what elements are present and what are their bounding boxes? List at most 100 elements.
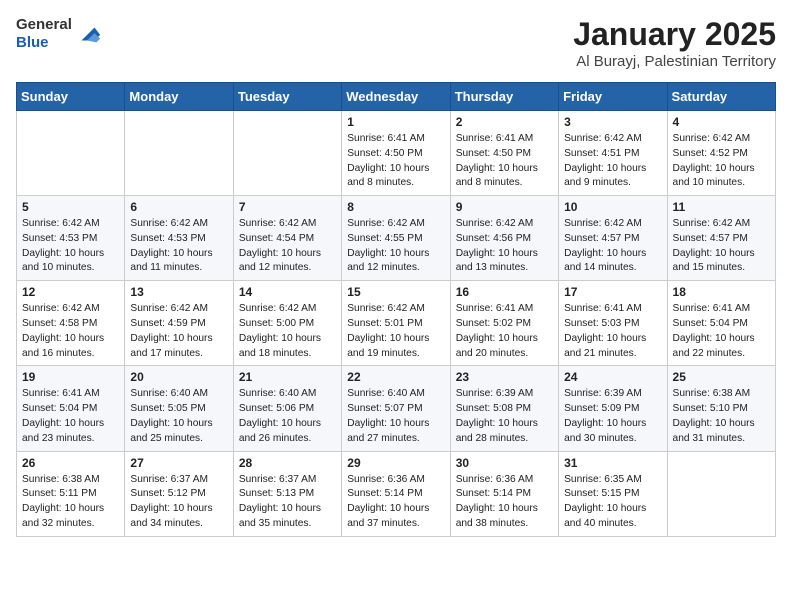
day-number: 17 <box>564 285 661 299</box>
day-detail: Sunrise: 6:40 AM Sunset: 5:07 PM Dayligh… <box>347 387 444 446</box>
calendar-table: SundayMondayTuesdayWednesdayThursdayFrid… <box>16 82 776 537</box>
day-detail: Sunrise: 6:42 AM Sunset: 5:00 PM Dayligh… <box>239 302 336 361</box>
day-number: 4 <box>673 115 770 129</box>
day-detail: Sunrise: 6:38 AM Sunset: 5:11 PM Dayligh… <box>22 473 119 532</box>
day-number: 30 <box>456 456 553 470</box>
day-number: 10 <box>564 200 661 214</box>
calendar-day-cell: 18Sunrise: 6:41 AM Sunset: 5:04 PM Dayli… <box>667 281 775 366</box>
calendar-day-cell: 16 Sunrise: 6:41 AM Sunset: 5:02 PM Dayli… <box>450 281 558 366</box>
calendar-day-cell: 30 Sunrise: 6:36 AM Sunset: 5:14 PM Dayli… <box>450 451 558 536</box>
calendar-day-cell: 12 Sunrise: 6:42 AM Sunset: 4:58 PM Dayli… <box>17 281 125 366</box>
day-number: 5 <box>22 200 119 214</box>
day-detail: Sunrise: 6:42 AM Sunset: 4:52 PM Dayligh… <box>673 132 770 191</box>
calendar-title: January 2025 <box>573 16 776 53</box>
day-number: 31 <box>564 456 661 470</box>
day-detail: Sunrise: 6:38 AM Sunset: 5:10 PM Dayligh… <box>673 387 770 446</box>
calendar-day-cell: 5 Sunrise: 6:42 AM Sunset: 4:53 PM Daylig… <box>17 196 125 281</box>
calendar-week-row: 19Sunrise: 6:41 AM Sunset: 5:04 PM Dayli… <box>17 366 776 451</box>
day-number: 12 <box>22 285 119 299</box>
weekday-header: Friday <box>559 83 667 111</box>
calendar-day-cell: 24Sunrise: 6:39 AM Sunset: 5:09 PM Dayli… <box>559 366 667 451</box>
day-detail: Sunrise: 6:41 AM Sunset: 4:50 PM Dayligh… <box>347 132 444 191</box>
calendar-day-cell: 22 Sunrise: 6:40 AM Sunset: 5:07 PM Dayli… <box>342 366 450 451</box>
calendar-day-cell: 27 Sunrise: 6:37 AM Sunset: 5:12 PM Dayli… <box>125 451 233 536</box>
calendar-day-cell <box>125 111 233 196</box>
calendar-week-row: 1 Sunrise: 6:41 AM Sunset: 4:50 PM Daylig… <box>17 111 776 196</box>
day-number: 9 <box>456 200 553 214</box>
day-number: 7 <box>239 200 336 214</box>
day-detail: Sunrise: 6:42 AM Sunset: 4:51 PM Dayligh… <box>564 132 661 191</box>
day-detail: Sunrise: 6:40 AM Sunset: 5:06 PM Dayligh… <box>239 387 336 446</box>
day-number: 28 <box>239 456 336 470</box>
day-number: 27 <box>130 456 227 470</box>
day-number: 14 <box>239 285 336 299</box>
day-detail: Sunrise: 6:42 AM Sunset: 4:53 PM Dayligh… <box>22 217 119 276</box>
calendar-day-cell: 1 Sunrise: 6:41 AM Sunset: 4:50 PM Daylig… <box>342 111 450 196</box>
page-header: General Blue January 2025 Al Burayj, Pal… <box>16 16 776 70</box>
calendar-week-row: 5 Sunrise: 6:42 AM Sunset: 4:53 PM Daylig… <box>17 196 776 281</box>
day-number: 22 <box>347 370 444 384</box>
day-detail: Sunrise: 6:42 AM Sunset: 4:56 PM Dayligh… <box>456 217 553 276</box>
day-number: 21 <box>239 370 336 384</box>
logo: General Blue <box>16 16 102 52</box>
calendar-day-cell: 21 Sunrise: 6:40 AM Sunset: 5:06 PM Dayli… <box>233 366 341 451</box>
day-number: 3 <box>564 115 661 129</box>
calendar-day-cell: 31 Sunrise: 6:35 AM Sunset: 5:15 PM Dayli… <box>559 451 667 536</box>
day-detail: Sunrise: 6:42 AM Sunset: 4:54 PM Dayligh… <box>239 217 336 276</box>
weekday-header: Wednesday <box>342 83 450 111</box>
day-detail: Sunrise: 6:41 AM Sunset: 5:04 PM Dayligh… <box>22 387 119 446</box>
day-detail: Sunrise: 6:41 AM Sunset: 4:50 PM Dayligh… <box>456 132 553 191</box>
weekday-header: Sunday <box>17 83 125 111</box>
calendar-day-cell: 13 Sunrise: 6:42 AM Sunset: 4:59 PM Dayli… <box>125 281 233 366</box>
calendar-day-cell: 2 Sunrise: 6:41 AM Sunset: 4:50 PM Daylig… <box>450 111 558 196</box>
weekday-header: Tuesday <box>233 83 341 111</box>
day-detail: Sunrise: 6:41 AM Sunset: 5:02 PM Dayligh… <box>456 302 553 361</box>
day-number: 13 <box>130 285 227 299</box>
calendar-day-cell: 25Sunrise: 6:38 AM Sunset: 5:10 PM Dayli… <box>667 366 775 451</box>
day-detail: Sunrise: 6:42 AM Sunset: 4:59 PM Dayligh… <box>130 302 227 361</box>
logo-text: General Blue <box>16 16 72 52</box>
calendar-day-cell: 4 Sunrise: 6:42 AM Sunset: 4:52 PM Daylig… <box>667 111 775 196</box>
day-detail: Sunrise: 6:42 AM Sunset: 4:55 PM Dayligh… <box>347 217 444 276</box>
day-detail: Sunrise: 6:42 AM Sunset: 4:57 PM Dayligh… <box>673 217 770 276</box>
calendar-day-cell: 19Sunrise: 6:41 AM Sunset: 5:04 PM Dayli… <box>17 366 125 451</box>
day-detail: Sunrise: 6:36 AM Sunset: 5:14 PM Dayligh… <box>456 473 553 532</box>
calendar-day-cell <box>667 451 775 536</box>
calendar-day-cell <box>233 111 341 196</box>
calendar-day-cell: 10 Sunrise: 6:42 AM Sunset: 4:57 PM Dayli… <box>559 196 667 281</box>
calendar-day-cell: 9 Sunrise: 6:42 AM Sunset: 4:56 PM Daylig… <box>450 196 558 281</box>
day-detail: Sunrise: 6:42 AM Sunset: 4:57 PM Dayligh… <box>564 217 661 276</box>
weekday-header: Thursday <box>450 83 558 111</box>
logo-blue: Blue <box>16 34 49 51</box>
day-detail: Sunrise: 6:40 AM Sunset: 5:05 PM Dayligh… <box>130 387 227 446</box>
logo-general: General <box>16 16 72 33</box>
day-number: 23 <box>456 370 553 384</box>
calendar-day-cell: 7 Sunrise: 6:42 AM Sunset: 4:54 PM Daylig… <box>233 196 341 281</box>
day-number: 8 <box>347 200 444 214</box>
weekday-header: Saturday <box>667 83 775 111</box>
day-detail: Sunrise: 6:35 AM Sunset: 5:15 PM Dayligh… <box>564 473 661 532</box>
calendar-day-cell: 6Sunrise: 6:42 AM Sunset: 4:53 PM Daylig… <box>125 196 233 281</box>
title-block: January 2025 Al Burayj, Palestinian Terr… <box>573 16 776 70</box>
day-number: 29 <box>347 456 444 470</box>
day-detail: Sunrise: 6:41 AM Sunset: 5:03 PM Dayligh… <box>564 302 661 361</box>
calendar-day-cell: 15Sunrise: 6:42 AM Sunset: 5:01 PM Dayli… <box>342 281 450 366</box>
day-detail: Sunrise: 6:42 AM Sunset: 4:58 PM Dayligh… <box>22 302 119 361</box>
day-detail: Sunrise: 6:42 AM Sunset: 4:53 PM Dayligh… <box>130 217 227 276</box>
logo-icon <box>74 20 102 48</box>
day-detail: Sunrise: 6:41 AM Sunset: 5:04 PM Dayligh… <box>673 302 770 361</box>
weekday-header: Monday <box>125 83 233 111</box>
day-number: 11 <box>673 200 770 214</box>
calendar-day-cell: 3 Sunrise: 6:42 AM Sunset: 4:51 PM Daylig… <box>559 111 667 196</box>
day-detail: Sunrise: 6:39 AM Sunset: 5:08 PM Dayligh… <box>456 387 553 446</box>
calendar-day-cell: 26Sunrise: 6:38 AM Sunset: 5:11 PM Dayli… <box>17 451 125 536</box>
day-number: 20 <box>130 370 227 384</box>
calendar-day-cell: 8 Sunrise: 6:42 AM Sunset: 4:55 PM Daylig… <box>342 196 450 281</box>
day-number: 16 <box>456 285 553 299</box>
day-detail: Sunrise: 6:37 AM Sunset: 5:12 PM Dayligh… <box>130 473 227 532</box>
day-number: 1 <box>347 115 444 129</box>
day-number: 2 <box>456 115 553 129</box>
calendar-header-row: SundayMondayTuesdayWednesdayThursdayFrid… <box>17 83 776 111</box>
day-number: 24 <box>564 370 661 384</box>
calendar-day-cell: 29Sunrise: 6:36 AM Sunset: 5:14 PM Dayli… <box>342 451 450 536</box>
